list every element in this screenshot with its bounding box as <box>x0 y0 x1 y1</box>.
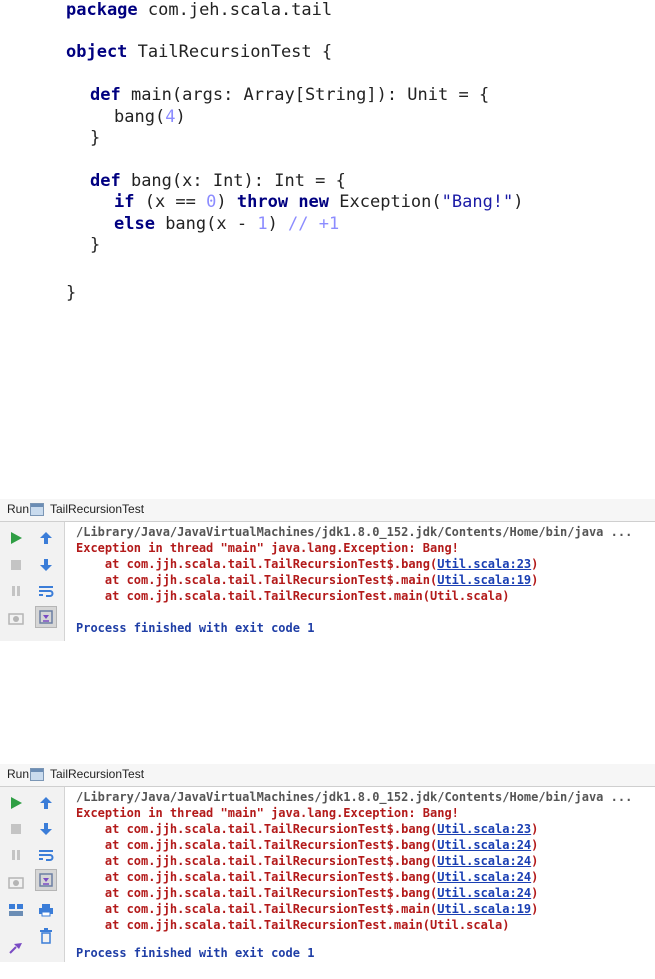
stack-frame: at com.jjh.scala.tail.TailRecursionTest$… <box>76 573 539 587</box>
process-finished-message: Process finished with exit code 1 <box>76 621 315 635</box>
rerun-icon[interactable] <box>6 793 26 813</box>
source-link[interactable]: Util.scala:24 <box>437 838 531 852</box>
console-output: /Library/Java/JavaVirtualMachines/jdk1.8… <box>76 787 632 979</box>
run-tool-window-header: Run TailRecursionTest <box>0 764 655 787</box>
source-link[interactable]: Util.scala:24 <box>437 854 531 868</box>
stop-icon[interactable] <box>6 819 26 839</box>
stack-frame: at com.jjh.scala.tail.TailRecursionTest$… <box>76 886 539 900</box>
up-arrow-icon[interactable] <box>36 793 56 813</box>
down-arrow-icon[interactable] <box>36 555 56 575</box>
down-arrow-icon[interactable] <box>36 819 56 839</box>
up-arrow-icon[interactable] <box>36 528 56 548</box>
console-output: /Library/Java/JavaVirtualMachines/jdk1.8… <box>76 522 632 650</box>
clear-all-icon[interactable] <box>36 926 56 946</box>
stack-frame: at com.jjh.scala.tail.TailRecursionTest.… <box>76 918 510 932</box>
process-finished-message: Process finished with exit code 1 <box>76 946 315 960</box>
soft-wrap-icon[interactable] <box>36 845 56 865</box>
exception-message: Exception in thread "main" java.lang.Exc… <box>76 806 459 820</box>
code-line-if-throw: if (x == 0) throw new Exception("Bang!") <box>114 192 524 212</box>
dump-threads-icon[interactable] <box>6 872 26 892</box>
stack-frame: at com.jjh.scala.tail.TailRecursionTest$… <box>76 854 539 868</box>
run-config-tab[interactable]: TailRecursionTest <box>50 502 144 516</box>
java-command-line: /Library/Java/JavaVirtualMachines/jdk1.8… <box>76 525 633 539</box>
print-icon[interactable] <box>36 900 56 920</box>
run-tool-window-header: Run TailRecursionTest <box>0 499 655 522</box>
dump-threads-icon[interactable] <box>6 608 26 628</box>
run-config-tab-icon <box>30 768 44 781</box>
code-line-main-def: def main(args: Array[String]): Unit = { <box>90 85 490 105</box>
restore-layout-icon[interactable] <box>6 900 26 920</box>
code-line-object: object TailRecursionTest { <box>66 42 333 62</box>
pause-icon[interactable] <box>6 845 26 865</box>
run-panel-1: Run TailRecursionTest /Library/Java/Java… <box>0 499 655 641</box>
run-toolbar <box>0 787 65 962</box>
scroll-to-end-icon[interactable] <box>35 869 57 891</box>
source-link[interactable]: Util.scala:19 <box>437 573 531 587</box>
stack-frame: at com.jjh.scala.tail.TailRecursionTest$… <box>76 838 539 852</box>
run-config-tab[interactable]: TailRecursionTest <box>50 767 144 781</box>
code-line-bang-def: def bang(x: Int): Int = { <box>90 171 346 191</box>
code-line-else: else bang(x - 1) // +1 <box>114 214 340 234</box>
source-link[interactable]: Util.scala:24 <box>437 870 531 884</box>
stack-frame: at com.jjh.scala.tail.TailRecursionTest$… <box>76 870 539 884</box>
stack-frame: at com.jjh.scala.tail.TailRecursionTest$… <box>76 902 539 916</box>
stop-icon[interactable] <box>6 555 26 575</box>
source-link[interactable]: Util.scala:23 <box>437 557 531 571</box>
run-toolbar <box>0 522 65 641</box>
pause-icon[interactable] <box>6 581 26 601</box>
rerun-icon[interactable] <box>6 528 26 548</box>
scroll-to-end-icon[interactable] <box>35 606 57 628</box>
code-line-close-object: } <box>66 283 77 303</box>
run-label: Run <box>7 767 30 781</box>
code-line-close-main: } <box>90 128 101 148</box>
run-config-tab-icon <box>30 503 44 516</box>
pin-icon[interactable] <box>6 937 26 957</box>
java-command-line: /Library/Java/JavaVirtualMachines/jdk1.8… <box>76 790 633 804</box>
run-panel-2: Run TailRecursionTest /Library/Java/Java… <box>0 764 655 962</box>
code-line-package: package com.jeh.scala.tail <box>66 0 333 20</box>
exception-message: Exception in thread "main" java.lang.Exc… <box>76 541 459 555</box>
stack-frame: at com.jjh.scala.tail.TailRecursionTest.… <box>76 589 510 603</box>
source-link[interactable]: Util.scala:19 <box>437 902 531 916</box>
code-line-bang-call: bang(4) <box>114 107 186 127</box>
soft-wrap-icon[interactable] <box>36 581 56 601</box>
stack-frame: at com.jjh.scala.tail.TailRecursionTest$… <box>76 557 539 571</box>
run-label: Run <box>7 502 30 516</box>
source-link[interactable]: Util.scala:24 <box>437 886 531 900</box>
stack-frame: at com.jjh.scala.tail.TailRecursionTest$… <box>76 822 539 836</box>
source-link[interactable]: Util.scala:23 <box>437 822 531 836</box>
code-line-close-bang: } <box>90 235 101 255</box>
